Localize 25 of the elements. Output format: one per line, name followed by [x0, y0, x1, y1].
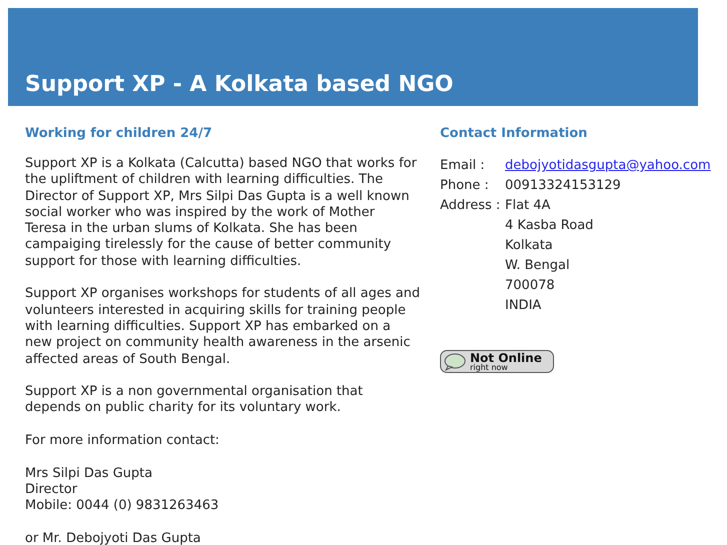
contact-line: Mobile: 0044 (0) 9831263463 [25, 498, 220, 515]
site-title: Support XP - A Kolkata based NGO [25, 71, 454, 99]
section-heading: Contact Information [440, 126, 588, 142]
field-value: W. Bengal [505, 257, 571, 275]
field-label: Email : [440, 157, 486, 175]
field-label: Phone : [440, 177, 490, 195]
contact-line: Mrs Silpi Das Gupta [25, 466, 154, 482]
paragraph: For more information contact: [25, 433, 220, 450]
contact-line: or Mr. Debojyoti Das Gupta [25, 530, 202, 545]
status-title: Not Online [470, 352, 542, 364]
field-value: 700078 [505, 277, 556, 295]
field-value: Kolkata [505, 237, 554, 255]
field-value: 4 Kasba Road [505, 217, 594, 235]
field-value: 00913324153129 [505, 177, 621, 195]
email-link[interactable]: debojyotidasgupta@yahoo.com [505, 156, 711, 176]
status-subtitle: right now [470, 364, 508, 372]
field-label: Address : [440, 197, 502, 215]
paragraph: Support XP is a non governmental organisation that depends on public charity for its voluntary work. [25, 384, 364, 417]
field-value: INDIA [505, 297, 542, 315]
section-heading: Working for children 24/7 [25, 126, 214, 142]
speech-bubble-icon [444, 352, 466, 370]
paragraph: Support XP is a Kolkata (Calcutta) based NGO that works for the upliftment of children with learning difficulties. The Director of Support XP, Mrs Silpi Das Gupta is a well known social worker who was inspired by the work of Mother Teresa in the urban slums of Kolkata. She has been campaiging tirelessly for the cause of better community support for those with learning difficulties. [25, 156, 418, 270]
field-value: Flat 4A [505, 197, 552, 215]
contact-line: Director [25, 482, 78, 498]
paragraph: Support XP organises workshops for students of all ages and volunteers interested in acquiring skills for training people with learning difficulties. Support XP has embarked on a new project on community health awareness in the arsenic affected areas of South Bengal. [25, 286, 420, 368]
